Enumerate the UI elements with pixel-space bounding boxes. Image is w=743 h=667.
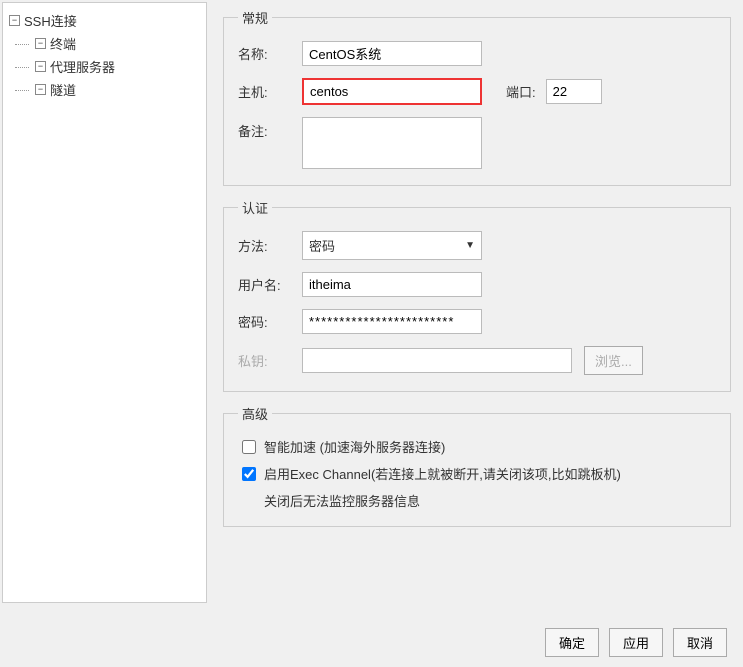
nav-tree: − SSH连接 − 终端 − 代理服务器 − 隧道 <box>2 2 207 603</box>
smart-accel-checkbox[interactable] <box>242 440 256 454</box>
auth-legend: 认证 <box>238 198 272 217</box>
username-input[interactable] <box>302 272 482 297</box>
port-label: 端口: <box>506 82 536 101</box>
user-label: 用户名: <box>238 275 302 294</box>
method-label: 方法: <box>238 236 302 255</box>
name-input[interactable] <box>302 41 482 66</box>
method-select[interactable]: 密码 ▼ <box>302 231 482 260</box>
exec-channel-checkbox[interactable] <box>242 467 256 481</box>
tree-item-proxy[interactable]: − 代理服务器 <box>7 55 202 78</box>
dialog-buttons: 确定 应用 取消 <box>545 628 727 657</box>
content-panel: 常规 名称: 主机: 端口: 备注: 认证 方法: 密码 <box>207 0 743 605</box>
remark-input[interactable] <box>302 117 482 169</box>
host-input[interactable] <box>302 78 482 105</box>
exec-channel-label: 启用Exec Channel(若连接上就被断开,请关闭该项,比如跳板机) <box>264 464 621 483</box>
tree-item-terminal[interactable]: − 终端 <box>7 32 202 55</box>
general-legend: 常规 <box>238 8 272 27</box>
tree-item-tunnel[interactable]: − 隧道 <box>7 78 202 101</box>
chevron-down-icon: ▼ <box>465 240 475 251</box>
exec-channel-subtext: 关闭后无法监控服务器信息 <box>238 491 716 510</box>
smart-accel-label: 智能加速 (加速海外服务器连接) <box>264 437 445 456</box>
tree-root-ssh[interactable]: − SSH连接 <box>7 9 202 32</box>
tree-label: SSH连接 <box>24 11 77 30</box>
method-value: 密码 <box>309 236 335 255</box>
collapse-icon[interactable]: − <box>35 84 46 95</box>
collapse-icon[interactable]: − <box>35 61 46 72</box>
auth-group: 认证 方法: 密码 ▼ 用户名: 密码: 私钥: 浏览... <box>223 198 731 392</box>
password-input[interactable] <box>302 309 482 334</box>
collapse-icon[interactable]: − <box>9 15 20 26</box>
tree-label: 代理服务器 <box>50 57 115 76</box>
pass-label: 密码: <box>238 312 302 331</box>
advanced-legend: 高级 <box>238 404 272 423</box>
browse-button[interactable]: 浏览... <box>584 346 643 375</box>
port-input[interactable] <box>546 79 602 104</box>
cancel-button[interactable]: 取消 <box>673 628 727 657</box>
ok-button[interactable]: 确定 <box>545 628 599 657</box>
key-label: 私钥: <box>238 351 302 370</box>
name-label: 名称: <box>238 44 302 63</box>
collapse-icon[interactable]: − <box>35 38 46 49</box>
apply-button[interactable]: 应用 <box>609 628 663 657</box>
host-label: 主机: <box>238 82 302 101</box>
tree-label: 隧道 <box>50 80 76 99</box>
private-key-input[interactable] <box>302 348 572 373</box>
remark-label: 备注: <box>238 117 302 140</box>
advanced-group: 高级 智能加速 (加速海外服务器连接) 启用Exec Channel(若连接上就… <box>223 404 731 527</box>
general-group: 常规 名称: 主机: 端口: 备注: <box>223 8 731 186</box>
tree-label: 终端 <box>50 34 76 53</box>
